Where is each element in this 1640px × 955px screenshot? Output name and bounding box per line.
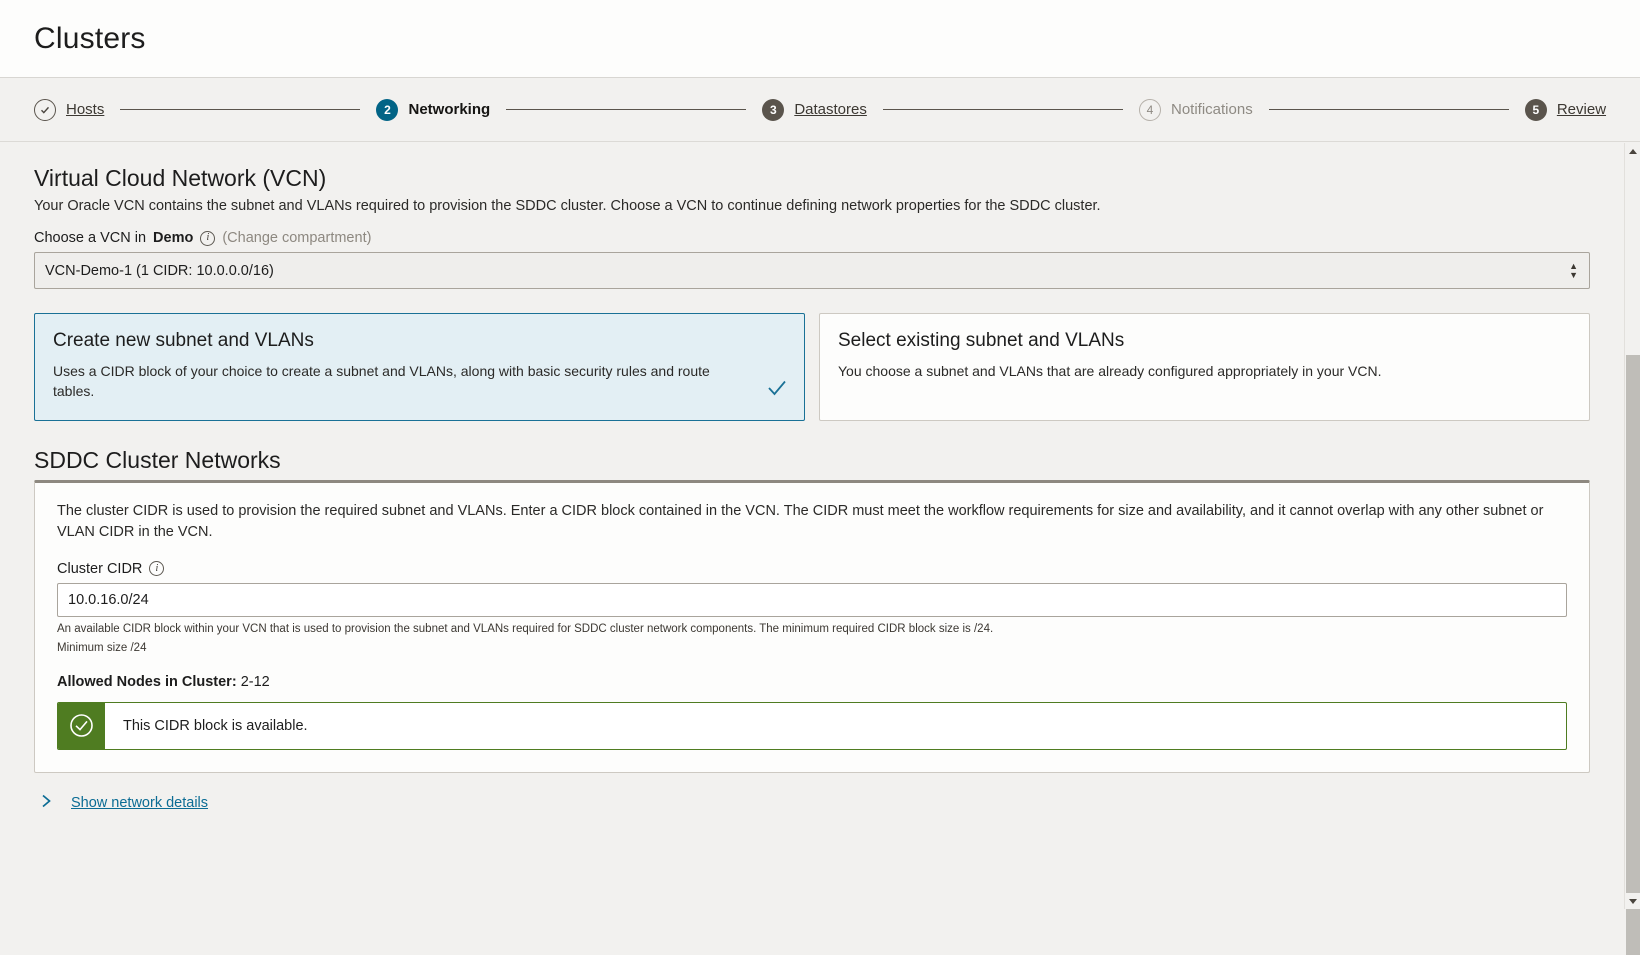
option-card-select-existing-title: Select existing subnet and VLANs bbox=[838, 330, 1125, 351]
info-icon[interactable]: i bbox=[149, 561, 165, 577]
allowed-nodes-row: Allowed Nodes in Cluster: 2-12 bbox=[57, 674, 1567, 690]
wizard-stepper: Hosts 2 Networking 3 Datastores 4 Notifi… bbox=[0, 78, 1640, 142]
cluster-cidr-help-text: An available CIDR block within your VCN … bbox=[57, 622, 994, 635]
network-option-cards: Create new subnet and VLANs Uses a CIDR … bbox=[34, 313, 1590, 421]
stepper-connector-1 bbox=[120, 108, 361, 111]
check-icon bbox=[766, 377, 788, 404]
stepper-badge-3: 3 bbox=[762, 98, 785, 121]
check-circle-icon bbox=[58, 702, 105, 749]
vcn-select-label-row: Choose a VCN in Demo i (Change compartme… bbox=[34, 230, 1590, 246]
sddc-cluster-networks-panel: The cluster CIDR is used to provision th… bbox=[34, 479, 1590, 773]
option-card-create-new-title: Create new subnet and VLANs bbox=[53, 330, 314, 351]
stepper-step-notifications: 4 Notifications bbox=[1139, 98, 1253, 121]
stepper-label-networking: Networking bbox=[408, 101, 491, 118]
cluster-cidr-minimum-size: Minimum size /24 bbox=[57, 641, 147, 654]
page-title: Clusters bbox=[34, 21, 146, 55]
scroll-up-arrow-icon[interactable] bbox=[1625, 143, 1640, 159]
change-compartment-link[interactable]: (Change compartment) bbox=[222, 230, 371, 246]
stepper-badge-5: 5 bbox=[1524, 98, 1547, 121]
allowed-nodes-label: Allowed Nodes in Cluster: bbox=[57, 673, 237, 690]
scroll-down-arrow-icon[interactable] bbox=[1625, 893, 1640, 909]
option-card-select-existing[interactable]: Select existing subnet and VLANs You cho… bbox=[819, 313, 1590, 421]
option-card-create-new[interactable]: Create new subnet and VLANs Uses a CIDR … bbox=[34, 313, 805, 421]
info-icon[interactable]: i bbox=[200, 230, 216, 246]
scrollbar-thumb[interactable] bbox=[1626, 355, 1640, 955]
stepper-step-networking[interactable]: 2 Networking bbox=[376, 98, 491, 121]
vcn-select-wrapper: VCN-Demo-1 (1 CIDR: 10.0.0.0/16) ▲ ▼ bbox=[34, 252, 1590, 289]
stepper-badge-4: 4 bbox=[1139, 98, 1161, 121]
cluster-cidr-label: Cluster CIDR bbox=[57, 560, 143, 577]
stepper-connector-2 bbox=[506, 108, 747, 111]
cidr-availability-message: This CIDR block is available. bbox=[123, 717, 308, 734]
stepper-label-notifications: Notifications bbox=[1171, 101, 1253, 118]
sddc-section-title: SDDC Cluster Networks bbox=[34, 446, 281, 473]
option-card-create-new-desc: Uses a CIDR block of your choice to crea… bbox=[53, 363, 710, 400]
stepper-step-datastores[interactable]: 3 Datastores bbox=[762, 98, 867, 121]
vcn-compartment-name: Demo bbox=[153, 230, 194, 246]
cidr-availability-alert: This CIDR block is available. bbox=[57, 701, 1567, 750]
chevron-right-icon bbox=[40, 793, 53, 814]
option-card-select-existing-desc: You choose a subnet and VLANs that are a… bbox=[838, 363, 1382, 379]
vcn-select[interactable]: VCN-Demo-1 (1 CIDR: 10.0.0.0/16) bbox=[34, 252, 1590, 289]
main-content: Virtual Cloud Network (VCN) Your Oracle … bbox=[0, 143, 1624, 909]
stepper-connector-3 bbox=[882, 108, 1123, 111]
scrollbar-track[interactable] bbox=[1625, 159, 1640, 955]
vcn-select-label-prefix: Choose a VCN in bbox=[34, 230, 147, 246]
check-icon bbox=[34, 98, 56, 121]
sddc-panel-description: The cluster CIDR is used to provision th… bbox=[57, 502, 1544, 540]
show-network-details-row[interactable]: Show network details bbox=[34, 793, 1590, 814]
stepper-label-datastores[interactable]: Datastores bbox=[794, 101, 867, 118]
stepper-step-hosts[interactable]: Hosts bbox=[34, 98, 104, 121]
vcn-section-description: Your Oracle VCN contains the subnet and … bbox=[34, 198, 1101, 214]
stepper-connector-4 bbox=[1268, 108, 1509, 111]
show-network-details-link[interactable]: Show network details bbox=[71, 795, 208, 811]
stepper-label-hosts[interactable]: Hosts bbox=[66, 101, 104, 118]
cluster-cidr-input[interactable] bbox=[57, 582, 1567, 617]
vcn-section-title: Virtual Cloud Network (VCN) bbox=[34, 165, 327, 191]
cluster-cidr-label-row: Cluster CIDR i bbox=[57, 561, 1567, 577]
vertical-scrollbar[interactable] bbox=[1624, 143, 1640, 955]
stepper-step-review[interactable]: 5 Review bbox=[1524, 98, 1606, 121]
stepper-badge-2: 2 bbox=[376, 98, 399, 121]
stepper-label-review[interactable]: Review bbox=[1557, 101, 1606, 118]
allowed-nodes-value: 2-12 bbox=[240, 673, 270, 690]
page-header: Clusters bbox=[0, 0, 1640, 78]
